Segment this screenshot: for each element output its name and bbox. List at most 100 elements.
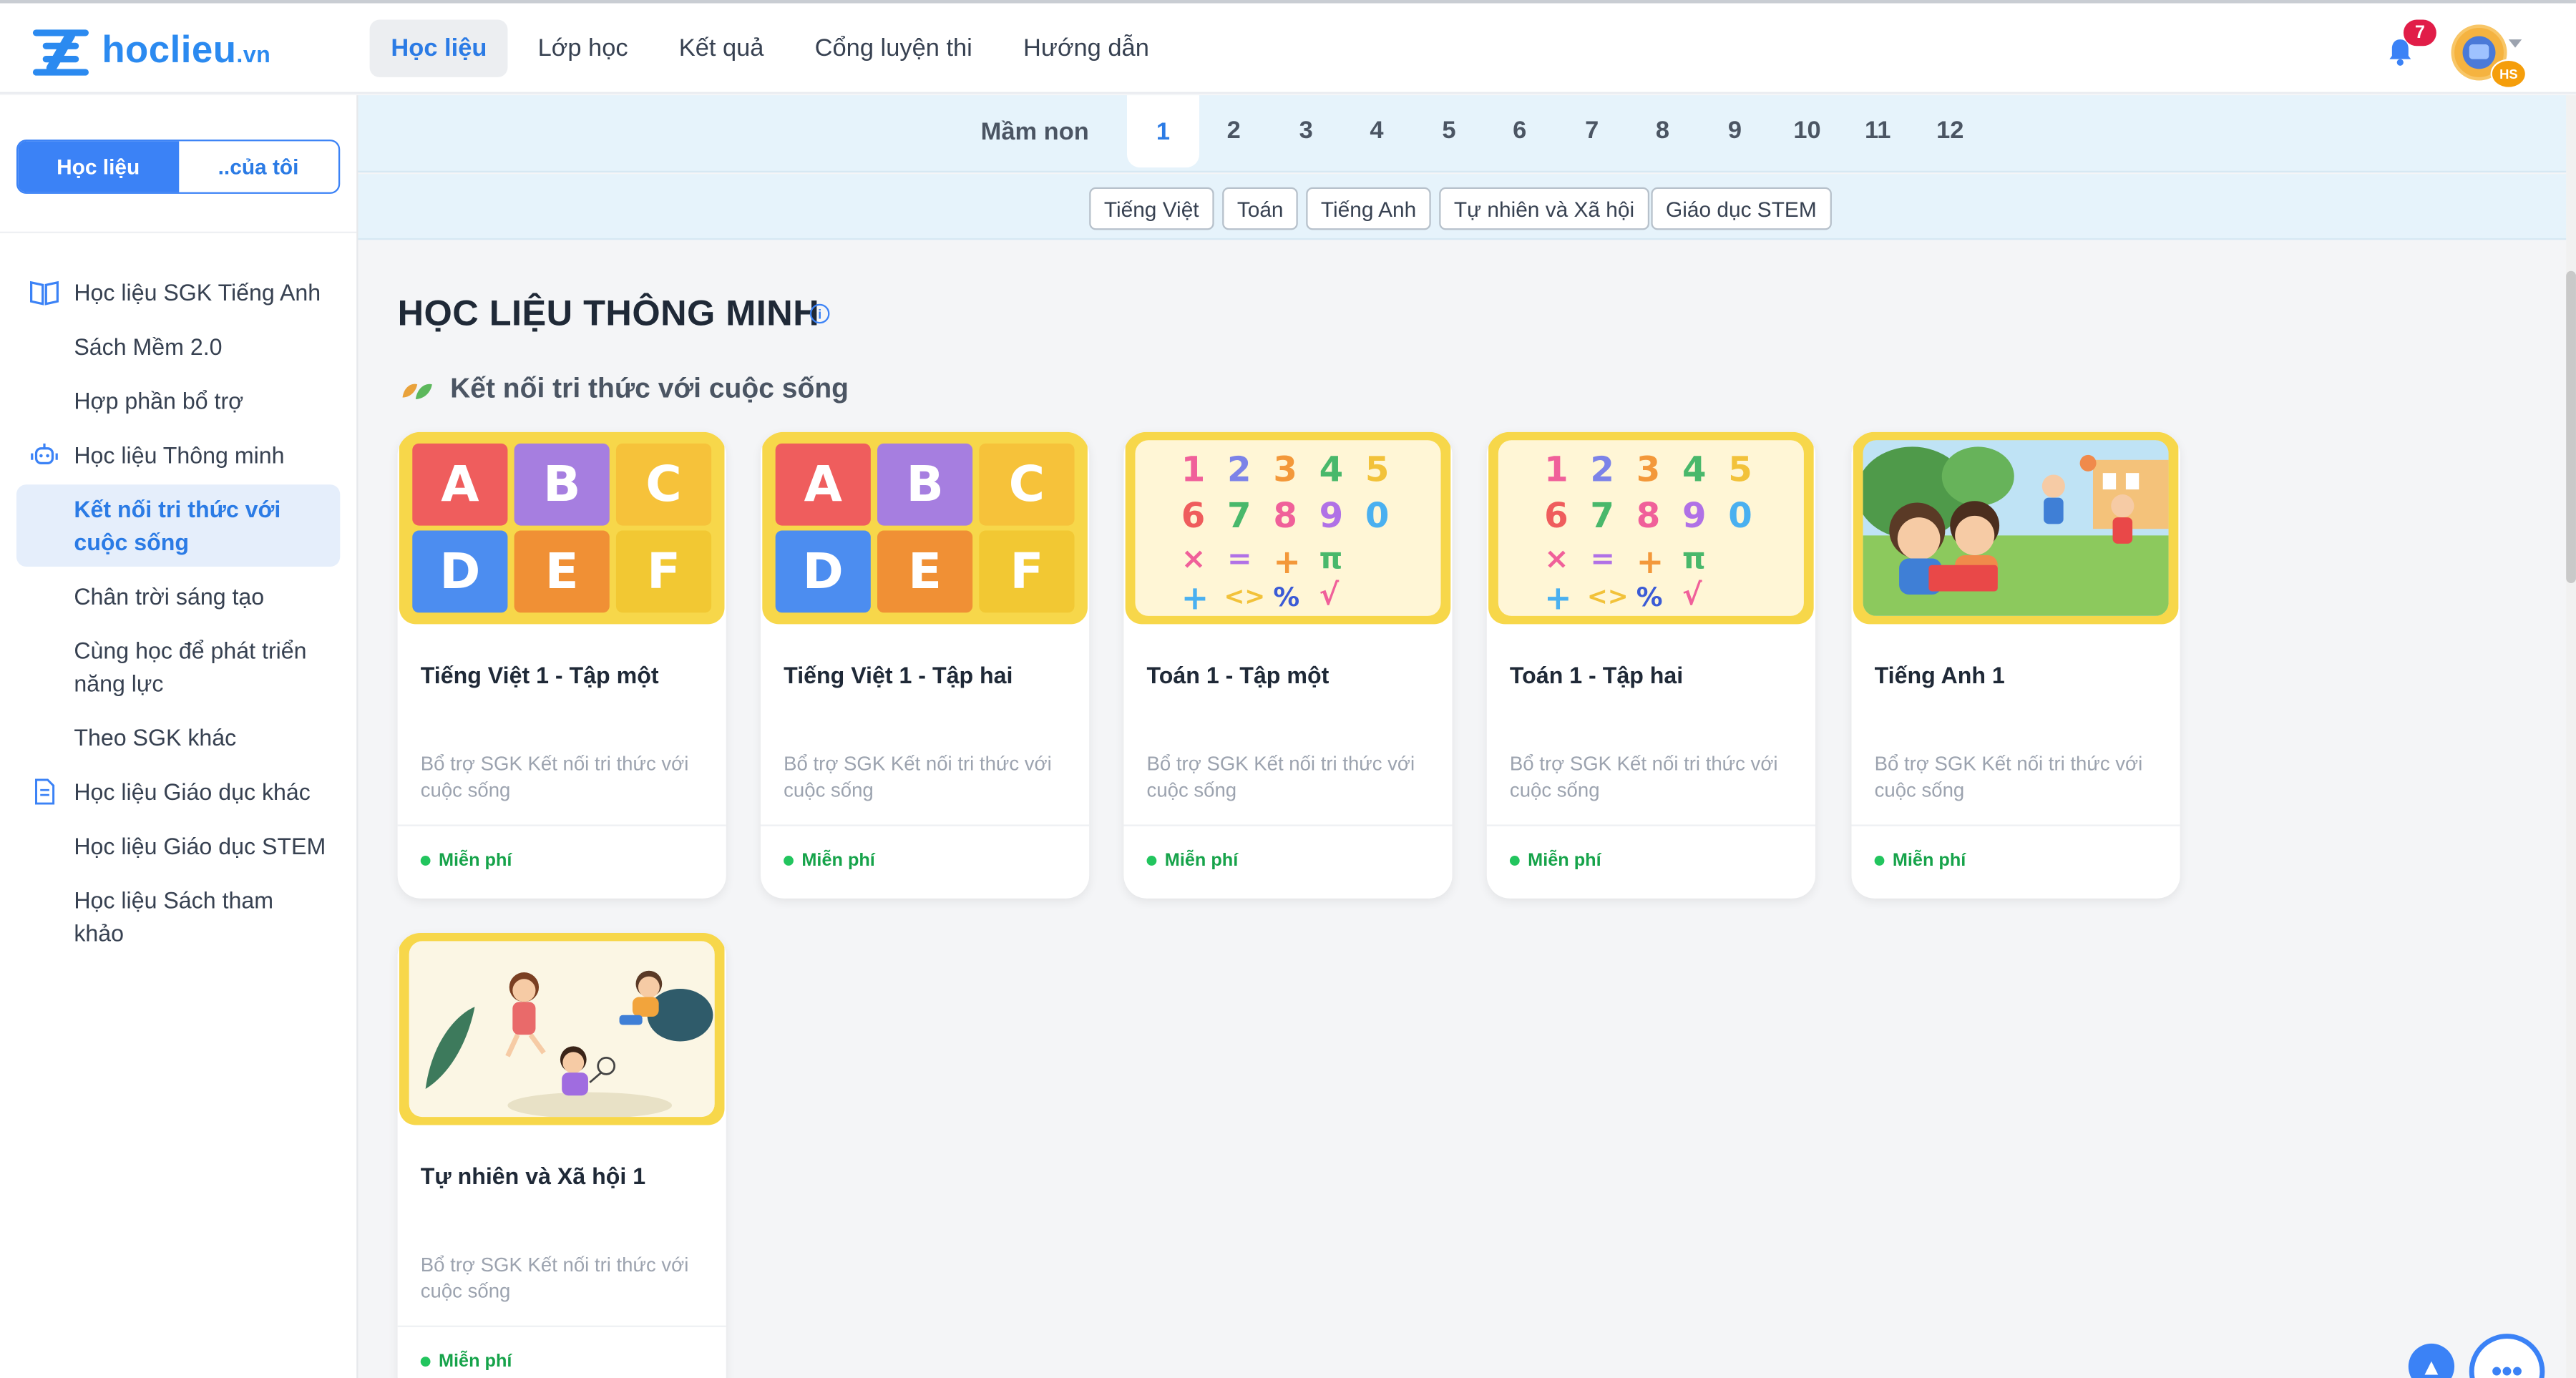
letter-tile: D — [775, 530, 871, 613]
sidebar-item-sgk-tieng-anh[interactable]: Học liệu SGK Tiếng Anh — [16, 268, 340, 317]
card-thumbnail-numbers: 1 2 3 4 5 6 7 8 9 0 × = + π + <> % √ — [1488, 431, 1814, 625]
letter-tile: B — [514, 443, 610, 526]
subject-tu-nhien-xa-hoi[interactable]: Tự nhiên và Xã hội — [1439, 187, 1649, 230]
sidebar-item-label: Học liệu SGK Tiếng Anh — [74, 279, 321, 306]
number-glyph: 5 — [1365, 450, 1390, 490]
symbol-glyph: × — [1544, 542, 1569, 577]
card-description: Bổ trợ SGK Kết nối tri thức với cuộc sốn… — [420, 752, 689, 802]
number-glyph: 3 — [1273, 450, 1297, 490]
sidebar-item-cung-hoc[interactable]: Cùng học để phát triển năng lực — [16, 626, 340, 708]
sidebar-item-sach-tham-khao[interactable]: Học liệu Sách tham khảo — [16, 876, 340, 958]
card-title: Toán 1 - Tập hai — [1509, 662, 1684, 688]
letter-tile: E — [514, 530, 610, 613]
course-card[interactable]: A B C D E F Tiếng Việt 1 - Tập hai Bổ tr… — [761, 431, 1090, 899]
leaf-icon — [402, 383, 432, 399]
symbol-glyph: + — [1181, 578, 1209, 616]
number-glyph: 2 — [1227, 450, 1252, 490]
grade-7[interactable]: 7 — [1556, 95, 1628, 164]
robot-icon — [31, 443, 58, 464]
sidebar-item-hop-phan-bo-tro[interactable]: Hợp phần bổ trợ — [16, 376, 340, 426]
sidebar-item-thong-minh[interactable]: Học liệu Thông minh — [16, 430, 340, 479]
sidebar-item-stem[interactable]: Học liệu Giáo dục STEM — [16, 821, 340, 871]
sidebar-item-label: Học liệu Giáo dục khác — [74, 778, 311, 805]
symbol-glyph: % — [1273, 581, 1300, 613]
letter-tile: A — [412, 443, 508, 526]
top-header: hoclieu.vn Học liệu Lớp học Kết quả Cổng… — [0, 0, 2576, 94]
sidebar-item-sach-mem[interactable]: Sách Mềm 2.0 — [16, 322, 340, 371]
symbol-glyph: = — [1590, 542, 1616, 577]
subject-filter: Tiếng Việt Toán Tiếng Anh Tự nhiên và Xã… — [358, 174, 2567, 240]
card-thumbnail-kids-reading — [1853, 431, 2179, 625]
free-badge: Miễn phí — [420, 1352, 512, 1372]
nav-ket-qua[interactable]: Kết quả — [658, 20, 785, 77]
nav-lop-hoc[interactable]: Lớp học — [517, 20, 650, 77]
symbol-glyph: × — [1181, 542, 1206, 577]
grade-12[interactable]: 12 — [1914, 95, 1986, 164]
notification-badge: 7 — [2403, 19, 2436, 47]
course-card[interactable]: Tiếng Anh 1 Bổ trợ SGK Kết nối tri thức … — [1851, 431, 2180, 899]
grade-mam-non[interactable]: Mầm non — [981, 118, 1089, 146]
grade-1[interactable]: 1 — [1126, 95, 1200, 168]
course-card[interactable]: Tự nhiên và Xã hội 1 Bổ trợ SGK Kết nối … — [397, 932, 726, 1378]
nav-huong-dan[interactable]: Hướng dẫn — [1002, 20, 1171, 77]
subject-toan[interactable]: Toán — [1222, 187, 1299, 230]
page-title: HỌC LIỆU THÔNG MINH — [397, 292, 820, 334]
card-title: Toán 1 - Tập một — [1146, 662, 1330, 688]
number-glyph: 8 — [1273, 496, 1297, 536]
chat-support-button[interactable]: ••• — [2469, 1334, 2545, 1378]
library-toggle: Học liệu ..của tôi — [16, 140, 341, 194]
card-title: Tiếng Việt 1 - Tập một — [420, 662, 659, 688]
free-badge: Miễn phí — [1146, 851, 1238, 871]
subject-stem[interactable]: Giáo dục STEM — [1651, 187, 1832, 230]
grade-11[interactable]: 11 — [1842, 95, 1914, 164]
info-icon[interactable]: i — [809, 303, 830, 324]
nav-cong-luyen-thi[interactable]: Cổng luyện thi — [794, 20, 994, 77]
course-card[interactable]: 1 2 3 4 5 6 7 8 9 0 × = + π + <> % √ Toá… — [1486, 431, 1815, 899]
chevron-down-icon[interactable] — [2508, 39, 2522, 48]
number-glyph: 7 — [1590, 496, 1615, 536]
card-description: Bổ trợ SGK Kết nối tri thức với cuộc sốn… — [1874, 752, 2143, 802]
letter-tile: F — [615, 530, 712, 613]
scrollbar-thumb[interactable] — [2566, 270, 2576, 583]
letter-tile: F — [979, 530, 1075, 613]
sidebar-item-giao-duc-khac[interactable]: Học liệu Giáo dục khác — [16, 767, 340, 816]
letter-tile: A — [775, 443, 871, 526]
sidebar-item-theo-sgk-khac[interactable]: Theo SGK khác — [16, 713, 340, 762]
subject-tieng-anh[interactable]: Tiếng Anh — [1306, 187, 1431, 230]
grade-8[interactable]: 8 — [1626, 95, 1699, 164]
toggle-hoc-lieu[interactable]: Học liệu — [18, 141, 179, 192]
letter-tile: E — [877, 530, 973, 613]
number-glyph: 3 — [1636, 450, 1661, 490]
main-nav: Học liệu Lớp học Kết quả Cổng luyện thi … — [369, 19, 1179, 77]
card-thumbnail-numbers: 1 2 3 4 5 6 7 8 9 0 × = + π + <> % √ — [1125, 431, 1451, 625]
grade-3[interactable]: 3 — [1270, 95, 1342, 164]
scroll-to-top-button[interactable]: ▲ — [2408, 1343, 2455, 1378]
symbol-glyph: + — [1544, 578, 1572, 616]
sidebar: Học liệu ..của tôi Học liệu SGK Tiếng An… — [0, 95, 358, 1378]
symbol-glyph: + — [1273, 542, 1301, 582]
logo[interactable]: hoclieu.vn — [32, 24, 270, 76]
symbol-glyph: <> — [1224, 581, 1266, 612]
grade-4[interactable]: 4 — [1340, 95, 1413, 164]
card-divider — [1123, 824, 1453, 826]
sidebar-item-chan-troi-sang-tao[interactable]: Chân trời sáng tạo — [16, 572, 340, 621]
course-card[interactable]: A B C D E F Tiếng Việt 1 - Tập một Bổ tr… — [397, 431, 726, 899]
grade-9[interactable]: 9 — [1699, 95, 1771, 164]
symbol-glyph: + — [1636, 542, 1664, 582]
sidebar-divider — [0, 231, 357, 233]
role-badge: HS — [2490, 59, 2527, 89]
toggle-cua-toi[interactable]: ..của tôi — [178, 141, 338, 192]
sidebar-menu: Học liệu SGK Tiếng Anh Sách Mềm 2.0 Hợp … — [16, 268, 341, 962]
nav-hoc-lieu[interactable]: Học liệu — [369, 19, 509, 77]
grade-10[interactable]: 10 — [1771, 95, 1843, 164]
grade-2[interactable]: 2 — [1198, 95, 1270, 164]
course-card[interactable]: 1 2 3 4 5 6 7 8 9 0 × = + π + <> % √ Toá… — [1123, 431, 1453, 899]
subject-tieng-viet[interactable]: Tiếng Việt — [1089, 187, 1214, 230]
grade-6[interactable]: 6 — [1483, 95, 1556, 164]
letter-tile: C — [979, 443, 1075, 526]
sidebar-item-ket-noi-tri-thuc[interactable]: Kết nối tri thức với cuộc sống — [16, 484, 341, 567]
number-glyph: 7 — [1227, 496, 1252, 536]
card-divider — [761, 824, 1090, 826]
book-icon — [30, 280, 59, 306]
grade-5[interactable]: 5 — [1413, 95, 1485, 164]
